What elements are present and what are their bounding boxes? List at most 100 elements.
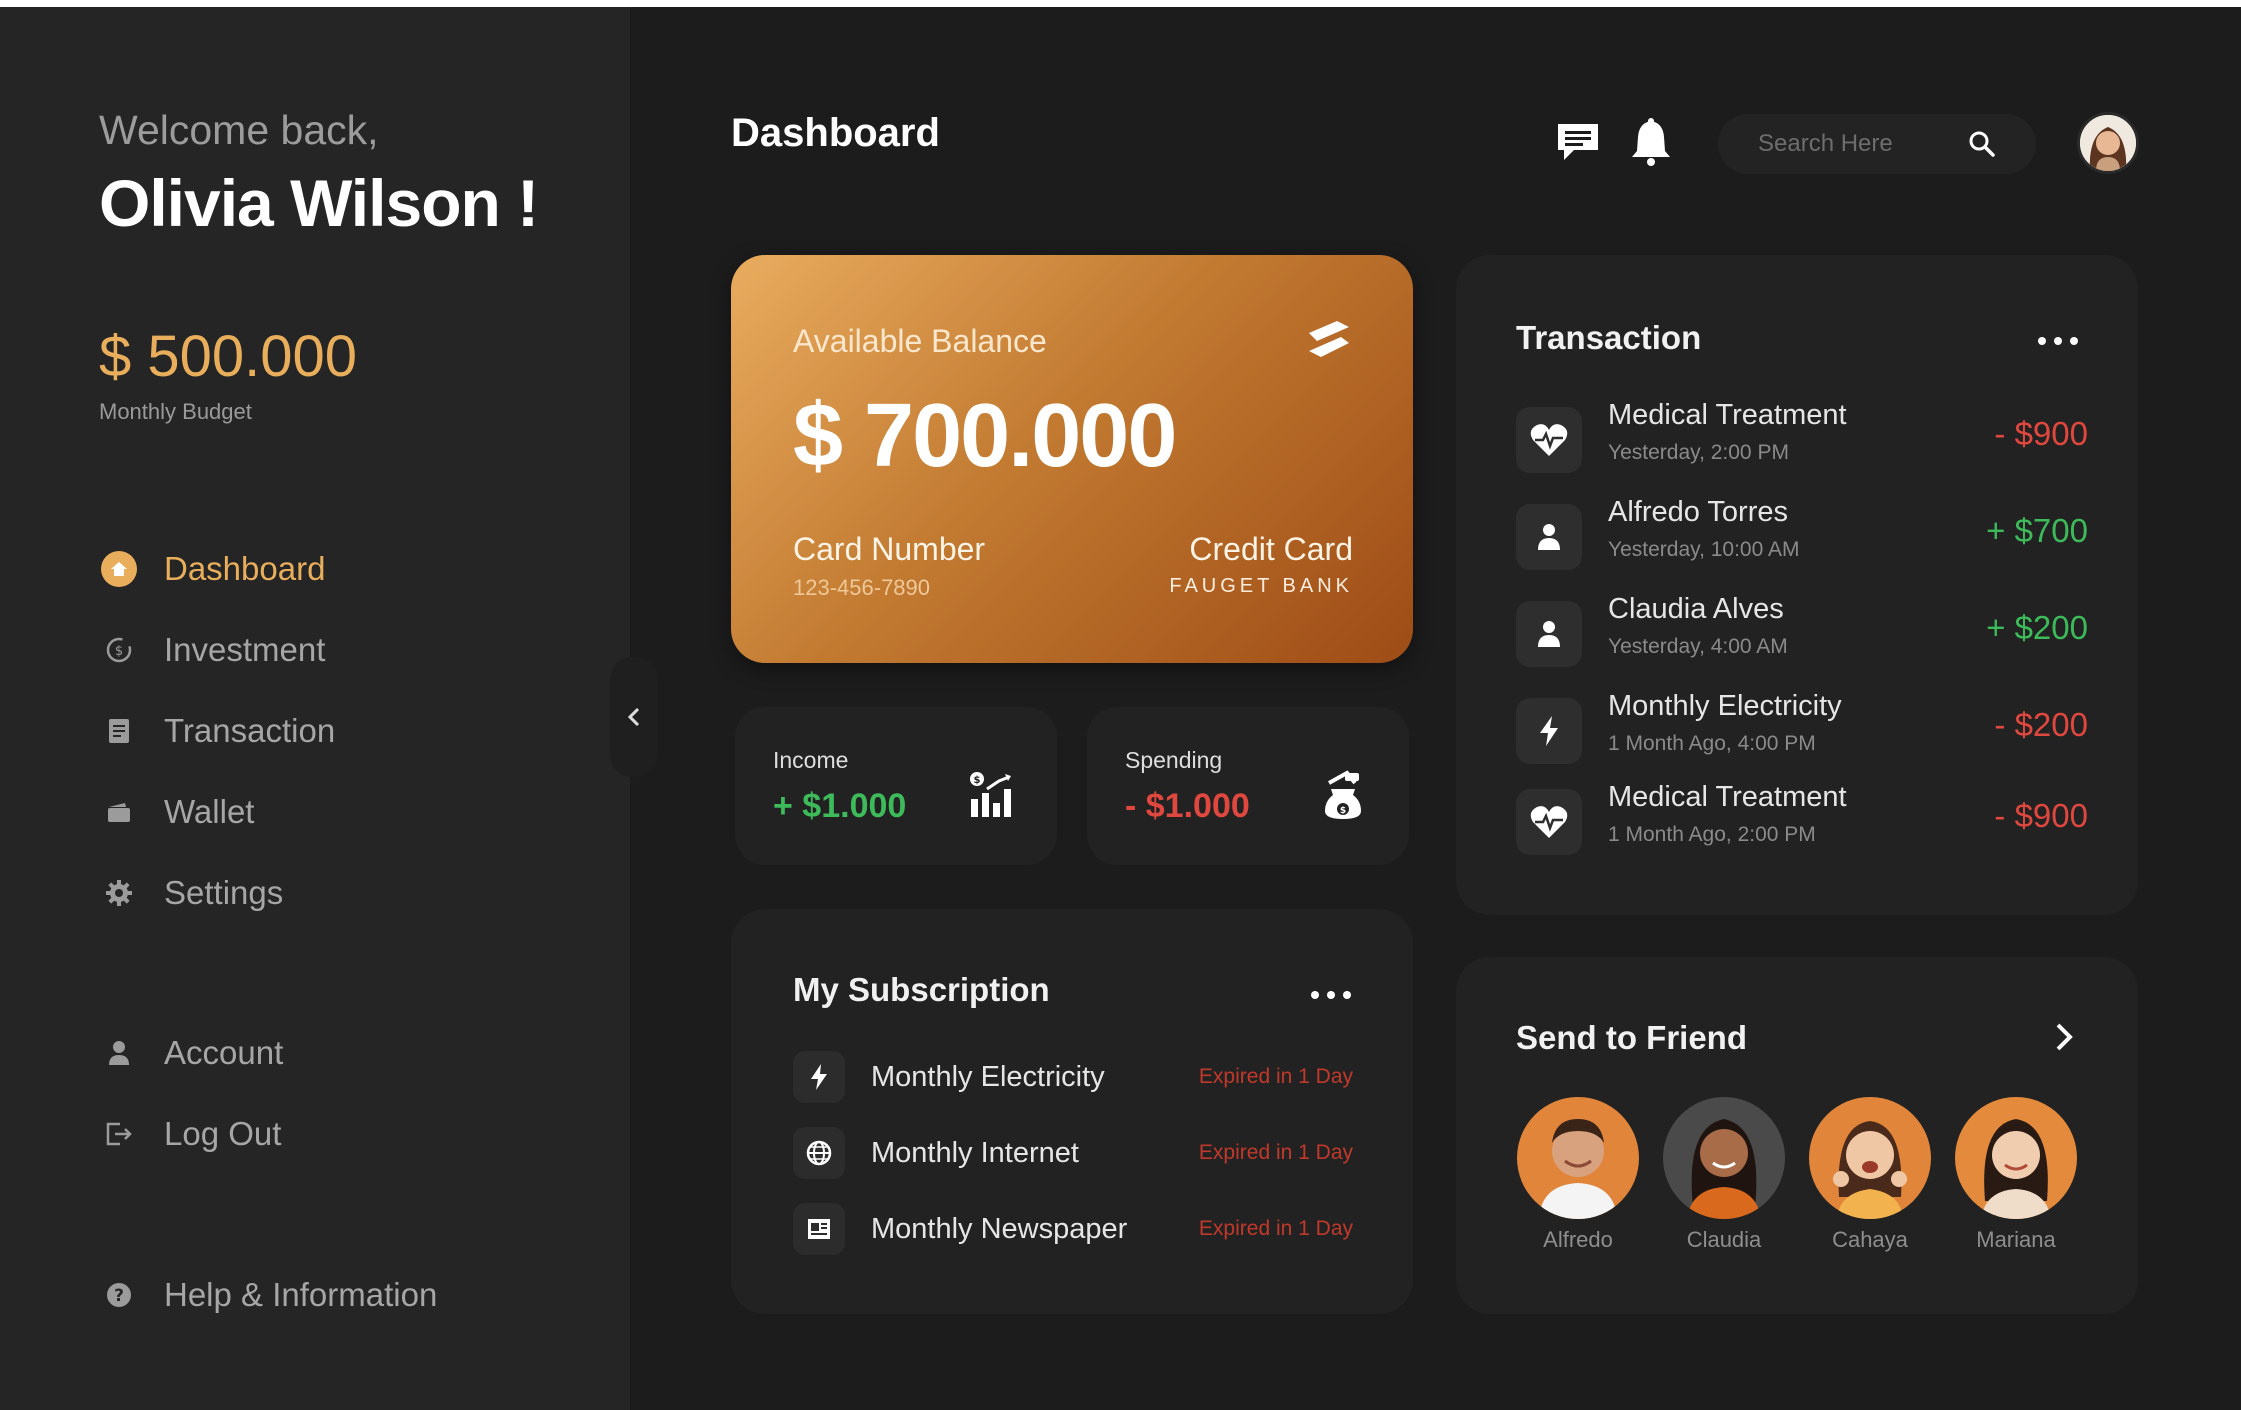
notifications-button[interactable] bbox=[1626, 117, 1676, 167]
sidebar-item-label: Dashboard bbox=[164, 550, 326, 587]
chat-icon bbox=[1558, 124, 1598, 160]
transaction-more-button[interactable] bbox=[2038, 331, 2078, 351]
available-balance-amount: $ 700.000 bbox=[793, 386, 1177, 486]
app-window: Welcome back, Olivia Wilson ! $ 500.000 … bbox=[0, 7, 2241, 1410]
subscription-item[interactable]: Monthly Electricity Expired in 1 Day bbox=[793, 1049, 1353, 1105]
transaction-amount: - $900 bbox=[1994, 797, 2088, 834]
income-card[interactable]: Income + $1.000 $ bbox=[735, 707, 1057, 865]
search-input[interactable] bbox=[1758, 130, 1958, 158]
transaction-name: Claudia Alves bbox=[1608, 593, 1784, 625]
subscription-status: Expired in 1 Day bbox=[1198, 1217, 1353, 1240]
transaction-time: Yesterday, 2:00 PM bbox=[1608, 441, 1789, 464]
sidebar-item-label: Account bbox=[164, 1034, 284, 1071]
transaction-title: Transaction bbox=[1516, 319, 1702, 356]
user-icon bbox=[1516, 504, 1582, 570]
bank-name: FAUGET BANK bbox=[1169, 575, 1353, 597]
friend-claudia[interactable]: Claudia bbox=[1662, 1097, 1786, 1253]
search-icon[interactable] bbox=[1966, 128, 1998, 160]
user-name: Olivia Wilson ! bbox=[99, 166, 539, 240]
subscription-name: Monthly Electricity bbox=[871, 1060, 1105, 1093]
transaction-card: Transaction Medical Treatment Yesterday,… bbox=[1456, 255, 2138, 915]
user-avatar[interactable] bbox=[2077, 112, 2139, 174]
transaction-name: Monthly Electricity bbox=[1608, 690, 1842, 722]
avatar bbox=[1809, 1097, 1931, 1219]
spending-value: - $1.000 bbox=[1125, 787, 1250, 825]
user-icon bbox=[99, 1033, 139, 1073]
avatar bbox=[1955, 1097, 2077, 1219]
subscription-more-button[interactable] bbox=[1311, 985, 1351, 1005]
transaction-row[interactable]: Medical Treatment Yesterday, 2:00 PM - $… bbox=[1516, 395, 2088, 475]
sidebar-item-dashboard[interactable]: Dashboard bbox=[99, 544, 519, 594]
gear-icon bbox=[99, 873, 139, 913]
subscription-title: My Subscription bbox=[793, 971, 1050, 1008]
transaction-amount: + $200 bbox=[1986, 609, 2088, 646]
chevron-left-icon bbox=[627, 707, 640, 727]
subscription-status: Expired in 1 Day bbox=[1198, 1065, 1353, 1088]
svg-text:$: $ bbox=[1340, 806, 1346, 816]
home-icon bbox=[101, 551, 137, 587]
lightning-icon bbox=[1516, 698, 1582, 764]
friend-alfredo[interactable]: Alfredo bbox=[1516, 1097, 1640, 1253]
sidebar-item-account[interactable]: Account bbox=[99, 1028, 519, 1078]
transaction-row[interactable]: Claudia Alves Yesterday, 4:00 AM + $200 bbox=[1516, 589, 2088, 669]
subscription-item[interactable]: Monthly Internet Expired in 1 Day bbox=[793, 1125, 1353, 1181]
messages-button[interactable] bbox=[1553, 117, 1603, 167]
svg-text:$: $ bbox=[115, 644, 123, 659]
globe-icon bbox=[793, 1127, 845, 1179]
transaction-time: 1 Month Ago, 2:00 PM bbox=[1608, 823, 1816, 846]
friend-name: Alfredo bbox=[1543, 1227, 1613, 1252]
bank-logo-icon bbox=[1309, 321, 1349, 357]
income-value: + $1.000 bbox=[773, 787, 907, 825]
sidebar-item-settings[interactable]: Settings bbox=[99, 868, 519, 918]
svg-text:$: $ bbox=[974, 775, 981, 786]
card-type: Credit Card bbox=[1189, 531, 1353, 567]
send-to-friend-title: Send to Friend bbox=[1516, 1019, 1747, 1056]
card-number: 123-456-7890 bbox=[793, 575, 931, 600]
sidebar-item-label: Settings bbox=[164, 874, 284, 911]
balance-label: Available Balance bbox=[793, 323, 1047, 359]
subscription-card: My Subscription Monthly Electricity Expi… bbox=[731, 909, 1413, 1314]
income-chart-icon: $ bbox=[970, 772, 1011, 817]
logout-icon bbox=[99, 1114, 139, 1154]
transaction-name: Medical Treatment bbox=[1608, 399, 1847, 431]
card-number-label: Card Number bbox=[793, 531, 986, 567]
newspaper-icon bbox=[793, 1203, 845, 1255]
transaction-time: Yesterday, 10:00 AM bbox=[1608, 538, 1800, 561]
transaction-name: Alfredo Torres bbox=[1608, 496, 1788, 528]
sidebar-item-label: Wallet bbox=[164, 793, 255, 830]
friend-name: Claudia bbox=[1686, 1227, 1762, 1252]
friend-cahaya[interactable]: Cahaya bbox=[1808, 1097, 1932, 1253]
user-icon bbox=[1516, 601, 1582, 667]
sidebar-item-transaction[interactable]: Transaction bbox=[99, 706, 519, 756]
sidebar-item-label: Log Out bbox=[164, 1115, 282, 1152]
sidebar-item-label: Help & Information bbox=[164, 1276, 438, 1313]
help-icon: ? bbox=[99, 1275, 139, 1315]
sidebar-item-help[interactable]: ? Help & Information bbox=[99, 1270, 519, 1320]
balance-card[interactable]: Available Balance $ 700.000 Card Number … bbox=[731, 255, 1413, 663]
transaction-icon bbox=[99, 711, 139, 751]
sidebar-item-investment[interactable]: $ Investment bbox=[99, 625, 519, 675]
welcome-text: Welcome back, bbox=[99, 107, 379, 153]
transaction-row[interactable]: Medical Treatment 1 Month Ago, 2:00 PM -… bbox=[1516, 777, 2088, 857]
heart-icon bbox=[1516, 789, 1582, 855]
monthly-budget-label: Monthly Budget bbox=[99, 399, 252, 424]
sidebar-item-logout[interactable]: Log Out bbox=[99, 1109, 519, 1159]
chevron-right-icon[interactable] bbox=[2048, 1019, 2078, 1055]
transaction-time: Yesterday, 4:00 AM bbox=[1608, 635, 1788, 658]
spending-card[interactable]: Spending - $1.000 $ bbox=[1087, 707, 1409, 865]
avatar bbox=[1517, 1097, 1639, 1219]
sidebar-item-label: Investment bbox=[164, 631, 326, 668]
transaction-amount: + $700 bbox=[1986, 512, 2088, 549]
heart-icon bbox=[1516, 407, 1582, 473]
svg-text:?: ? bbox=[114, 1286, 124, 1306]
transaction-amount: - $900 bbox=[1994, 415, 2088, 452]
sidebar-item-wallet[interactable]: Wallet bbox=[99, 787, 519, 837]
transaction-amount: - $200 bbox=[1994, 706, 2088, 743]
friend-mariana[interactable]: Mariana bbox=[1954, 1097, 2078, 1253]
spending-label: Spending bbox=[1125, 747, 1223, 773]
transaction-row[interactable]: Monthly Electricity 1 Month Ago, 4:00 PM… bbox=[1516, 686, 2088, 766]
subscription-item[interactable]: Monthly Newspaper Expired in 1 Day bbox=[793, 1201, 1353, 1257]
transaction-row[interactable]: Alfredo Torres Yesterday, 10:00 AM + $70… bbox=[1516, 492, 2088, 572]
collapse-sidebar-button[interactable] bbox=[610, 657, 658, 777]
friend-name: Cahaya bbox=[1832, 1227, 1908, 1252]
